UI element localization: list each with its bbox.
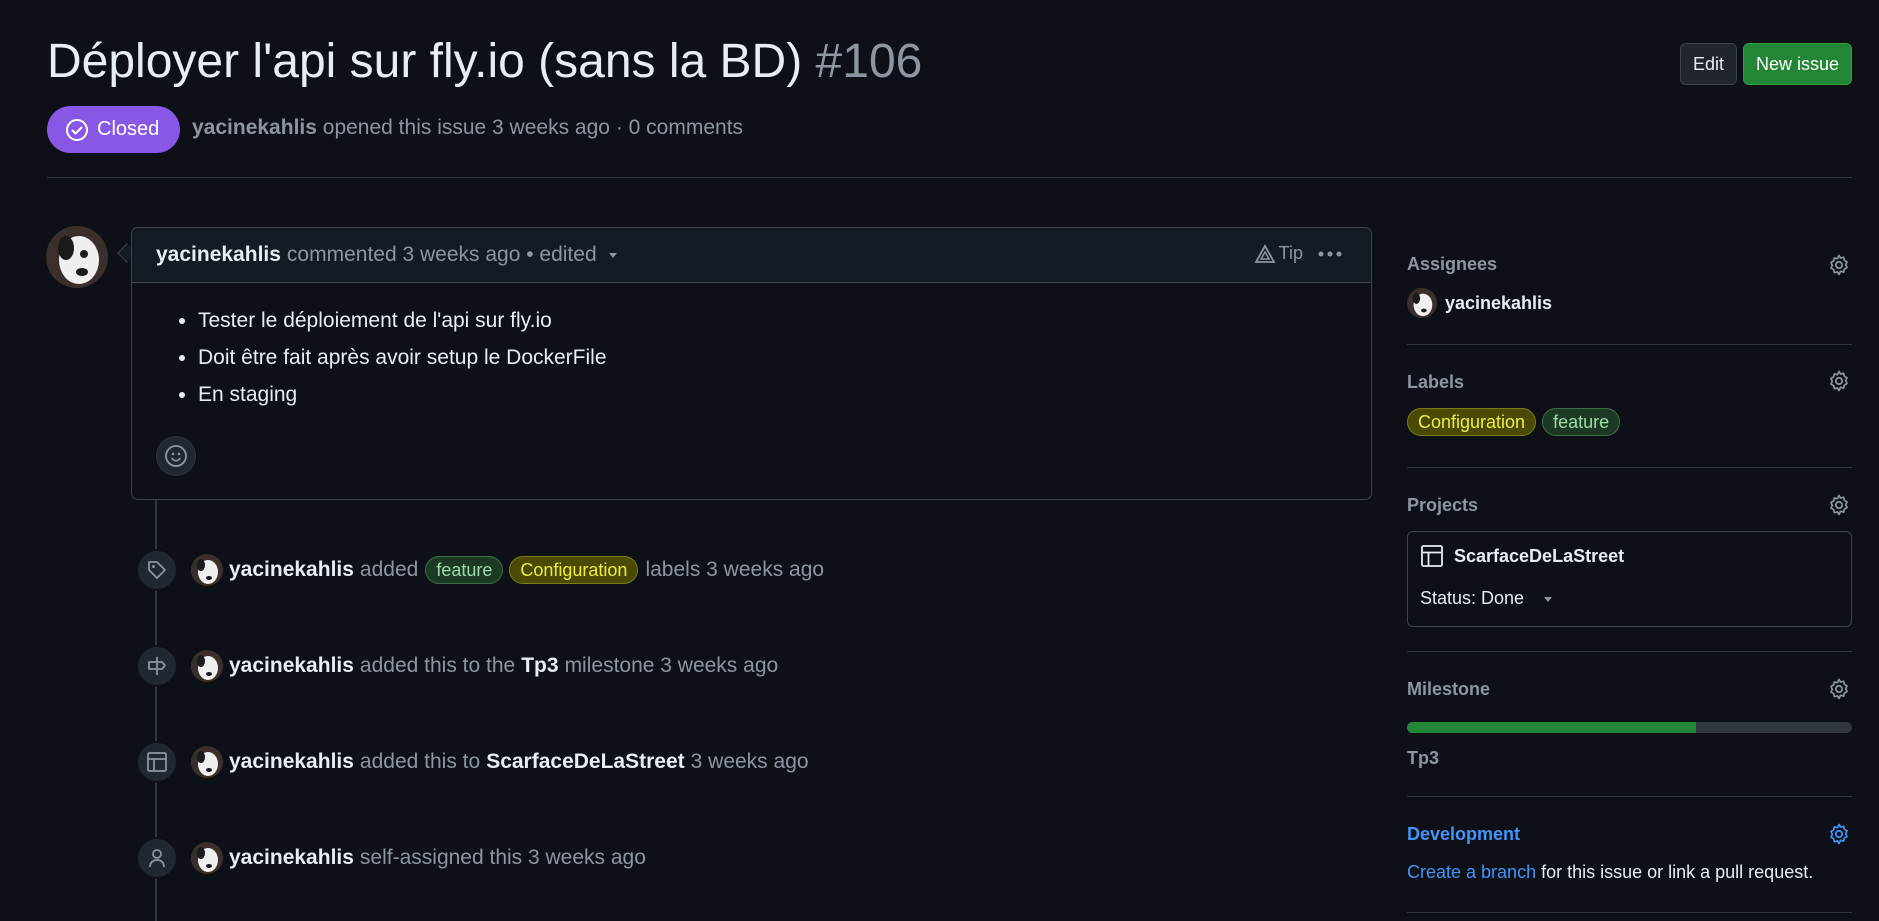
issue-number: #106: [815, 35, 923, 88]
label-configuration[interactable]: Configuration: [509, 556, 639, 584]
milestone-progress-bar: [1407, 722, 1852, 733]
sidebar-divider: [1407, 651, 1852, 652]
label-list: Configuration feature: [1404, 408, 1623, 436]
new-issue-button[interactable]: New issue: [1743, 43, 1852, 85]
event-text: self-assigned this 3 weeks ago: [359, 846, 646, 869]
project-status[interactable]: Status: Done: [1420, 588, 1554, 609]
project-title-row: ScarfaceDeLaStreet: [1420, 544, 1624, 568]
sidebar-divider: [1407, 344, 1852, 345]
timeline-event: yacinekahlis added feature Configuration…: [136, 549, 824, 591]
event-text: labels 3 weeks ago: [645, 558, 825, 581]
milestone-heading[interactable]: Milestone: [1407, 679, 1490, 700]
project-icon: [136, 741, 178, 783]
opened-text: opened this issue 3 weeks ago: [322, 116, 610, 139]
comments-count: 0 comments: [628, 116, 744, 139]
sidebar-divider: [1407, 796, 1852, 797]
project-name[interactable]: ScarfaceDeLaStreet: [1454, 546, 1624, 567]
create-branch-link[interactable]: Create a branch: [1407, 862, 1536, 882]
issue-title-text: Déployer l'api sur fly.io (sans la BD): [47, 35, 803, 88]
comment-header-actions: Tip: [1254, 243, 1343, 264]
project-card[interactable]: ScarfaceDeLaStreet Status: Done: [1407, 531, 1852, 627]
issue-comment: yacinekahlis commented 3 weeks ago • edi…: [131, 227, 1372, 500]
gear-icon[interactable]: [1827, 493, 1851, 517]
development-heading[interactable]: Development: [1407, 824, 1520, 845]
milestone-link[interactable]: Tp3: [521, 654, 558, 678]
status-badge: Closed: [47, 106, 180, 153]
milestone-name[interactable]: Tp3: [1407, 748, 1439, 769]
comment-list-item: Tester le déploiement de l'api sur fly.i…: [198, 309, 1371, 333]
comment-list-item: En staging: [198, 383, 1371, 407]
issue-meta: yacinekahlis opened this issue 3 weeks a…: [192, 116, 743, 140]
event-text: added this to the: [359, 654, 516, 677]
label-configuration[interactable]: Configuration: [1407, 408, 1537, 436]
comment-header: yacinekahlis commented 3 weeks ago • edi…: [132, 228, 1371, 283]
comment-author[interactable]: yacinekahlis: [156, 243, 281, 267]
sidebar-divider: [1407, 912, 1852, 913]
chevron-down-icon[interactable]: [607, 249, 619, 261]
comment-body: Tester le déploiement de l'api sur fly.i…: [132, 283, 1371, 420]
comment-action: commented 3 weeks ago • edited: [286, 243, 597, 266]
sidebar-divider: [1407, 467, 1852, 468]
issue-title: Déployer l'api sur fly.io (sans la BD) #…: [47, 34, 922, 89]
kebab-menu-icon[interactable]: [1317, 250, 1343, 258]
milestone-progress-fill: [1407, 722, 1697, 733]
avatar[interactable]: [191, 746, 223, 778]
development-rest: for this issue or link a pull request.: [1541, 862, 1814, 882]
edit-button[interactable]: Edit: [1680, 43, 1737, 85]
copilot-tip-icon: [1254, 243, 1276, 263]
timeline-event: yacinekahlis self-assigned this 3 weeks …: [136, 837, 646, 879]
assignee[interactable]: yacinekahlis: [1407, 288, 1552, 318]
tip-label: Tip: [1278, 243, 1303, 263]
gear-icon[interactable]: [1827, 822, 1851, 846]
tip-button[interactable]: Tip: [1254, 243, 1303, 264]
milestone-icon: [136, 645, 178, 687]
add-reaction-button[interactable]: [156, 436, 196, 476]
comment-list-item: Doit être fait après avoir setup le Dock…: [198, 346, 1371, 370]
event-text: 3 weeks ago: [690, 750, 809, 773]
avatar[interactable]: [191, 842, 223, 874]
gear-icon[interactable]: [1827, 677, 1851, 701]
assignees-heading[interactable]: Assignees: [1407, 254, 1497, 275]
avatar[interactable]: [191, 650, 223, 682]
gear-icon[interactable]: [1827, 253, 1851, 277]
gear-icon[interactable]: [1827, 369, 1851, 393]
event-user[interactable]: yacinekahlis: [229, 846, 354, 870]
tag-icon: [136, 549, 178, 591]
label-feature[interactable]: feature: [1542, 408, 1621, 436]
project-link[interactable]: ScarfaceDeLaStreet: [486, 750, 684, 774]
chevron-down-icon: [1544, 596, 1553, 602]
avatar: [1407, 288, 1437, 318]
labels-heading[interactable]: Labels: [1407, 372, 1464, 393]
timeline-event: yacinekahlis added this to ScarfaceDeLaS…: [136, 741, 809, 783]
event-text: added this to: [359, 750, 481, 773]
assignee-name: yacinekahlis: [1445, 292, 1553, 313]
status-label: Closed: [97, 118, 160, 140]
avatar[interactable]: [46, 226, 108, 288]
event-user[interactable]: yacinekahlis: [229, 654, 354, 678]
event-user[interactable]: yacinekahlis: [229, 750, 354, 774]
meta-separator: ·: [615, 116, 623, 139]
header-divider: [47, 177, 1852, 178]
person-icon: [136, 837, 178, 879]
check-circle-icon: [66, 118, 88, 141]
avatar[interactable]: [191, 554, 223, 586]
development-text: Create a branch for this issue or link a…: [1407, 862, 1813, 883]
smiley-icon: [165, 445, 187, 467]
timeline-event: yacinekahlis added this to the Tp3 miles…: [136, 645, 778, 687]
projects-heading[interactable]: Projects: [1407, 495, 1478, 516]
project-icon: [1421, 545, 1443, 567]
event-text: added: [359, 558, 419, 581]
author-link[interactable]: yacinekahlis: [192, 116, 317, 139]
label-feature[interactable]: feature: [425, 556, 504, 584]
project-status-text: Status: Done: [1420, 588, 1525, 608]
event-text: milestone 3 weeks ago: [564, 654, 779, 677]
event-user[interactable]: yacinekahlis: [229, 558, 354, 582]
